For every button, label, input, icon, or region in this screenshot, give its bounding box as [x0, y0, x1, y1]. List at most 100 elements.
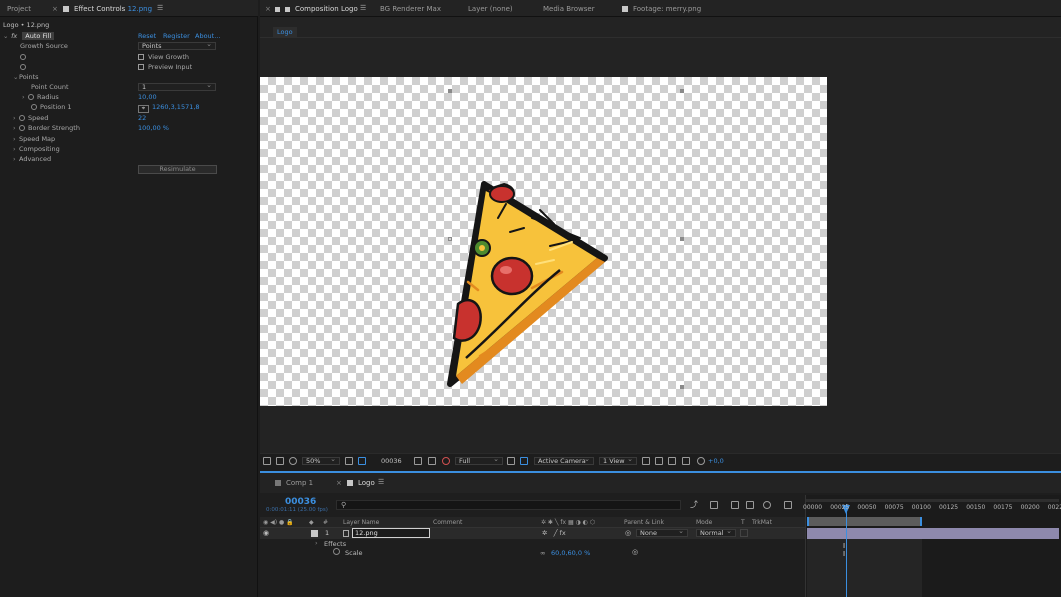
blend-mode-select[interactable]: Normal [696, 528, 736, 537]
3d-view-icon[interactable] [520, 457, 528, 465]
stopwatch-icon[interactable] [28, 94, 34, 100]
transform-handle[interactable] [680, 385, 684, 389]
camera-view-select[interactable]: Active Camera [534, 456, 594, 465]
layer-switches-icon[interactable]: ✲ ╱ fx [542, 529, 566, 537]
parent-link-header[interactable]: Parent & Link [624, 518, 664, 528]
chevron-right-icon[interactable]: › [315, 539, 318, 547]
panel-menu-icon[interactable]: ☰ [360, 4, 366, 12]
zoom-select[interactable]: 50% [302, 456, 340, 465]
crosshair-icon[interactable]: ⌖ [138, 105, 149, 113]
camera-icon[interactable] [414, 457, 422, 465]
position-1-value[interactable]: 1260,3,1571,8 [152, 103, 200, 111]
register-link[interactable]: Register [163, 31, 190, 41]
tab-logo[interactable]: Logo [347, 479, 375, 487]
comp-flowchart-icon[interactable]: ⤴ [690, 501, 698, 509]
snapshot-icon[interactable] [263, 457, 271, 465]
effects-group[interactable]: Effects [324, 540, 346, 548]
effect-name[interactable]: Auto Fill [22, 32, 55, 40]
fit-icon[interactable] [345, 457, 353, 465]
layer-name-field[interactable]: 12.png [352, 528, 430, 538]
compositing-group[interactable]: › Compositing [13, 144, 60, 154]
layer-search-input[interactable]: ⚲ [336, 500, 681, 510]
tab-project[interactable]: Project [7, 5, 31, 13]
toggle-pixel-aspect-icon[interactable] [642, 457, 650, 465]
tab-layer[interactable]: Layer (none) [468, 5, 513, 13]
tab-composition-logo[interactable]: Composition Logo [275, 5, 358, 13]
fx-icon[interactable]: fx [11, 32, 17, 40]
preserve-transparency-checkbox[interactable] [740, 529, 748, 537]
eye-icon[interactable]: ◉ [263, 529, 269, 537]
preview-input-checkbox[interactable]: Preview Input [138, 62, 192, 72]
color-channels-icon[interactable] [442, 457, 450, 465]
close-icon[interactable]: × [336, 479, 342, 487]
flowchart-icon[interactable] [682, 457, 690, 465]
label-color-swatch[interactable] [311, 530, 318, 537]
tab-bg-renderer[interactable]: BG Renderer Max [380, 5, 441, 13]
trkmat-header[interactable]: TrkMat [752, 518, 772, 528]
chevron-down-icon[interactable]: ⌄ [3, 31, 9, 41]
stopwatch-icon[interactable] [333, 548, 340, 555]
speed-value[interactable]: 22 [138, 113, 146, 123]
playhead[interactable] [846, 504, 848, 597]
transform-handle[interactable] [680, 237, 684, 241]
motion-blur-icon[interactable] [763, 501, 771, 509]
resolution-select[interactable]: Full [455, 456, 503, 465]
lock-icon[interactable] [275, 7, 280, 12]
draft-3d-icon[interactable] [710, 501, 718, 509]
pick-whip-icon[interactable]: ◎ [625, 529, 631, 537]
points-group[interactable]: ⌄Points [13, 72, 39, 82]
scale-value[interactable]: 60,0,60,0 % [551, 549, 590, 557]
panel-menu-icon[interactable]: ☰ [157, 4, 163, 12]
region-of-interest-icon[interactable] [358, 457, 366, 465]
frame-blending-icon[interactable] [746, 501, 754, 509]
speed-map-group[interactable]: › Speed Map [13, 134, 55, 144]
monitor-icon[interactable] [276, 457, 284, 465]
stopwatch-icon[interactable] [31, 104, 37, 110]
keyframe-marker[interactable]: I [843, 550, 845, 558]
stopwatch-icon[interactable] [19, 125, 25, 131]
view-growth-checkbox[interactable]: View Growth [138, 52, 189, 62]
close-icon[interactable]: × [52, 5, 58, 13]
parent-select[interactable]: None [636, 528, 688, 537]
viewer-timecode[interactable]: 00036 [381, 457, 402, 465]
show-snapshot-icon[interactable] [428, 457, 436, 465]
growth-source-select[interactable]: Points [138, 41, 216, 50]
exposure-value[interactable]: +0,0 [708, 457, 724, 465]
lock-icon[interactable] [63, 6, 69, 12]
expression-pick-whip-icon[interactable]: ◎ [632, 548, 638, 556]
views-layout-select[interactable]: 1 View [599, 456, 637, 465]
stopwatch-icon[interactable] [19, 115, 25, 121]
stopwatch-icon[interactable] [20, 62, 29, 72]
mode-header[interactable]: Mode [696, 518, 712, 528]
border-strength-value[interactable]: 100,00 % [138, 123, 169, 133]
close-icon[interactable]: × [265, 5, 271, 13]
tab-footage[interactable]: Footage: merry.png [622, 5, 701, 13]
tab-media-browser[interactable]: Media Browser [543, 5, 595, 13]
transform-handle[interactable] [448, 89, 452, 93]
time-navigator[interactable] [806, 499, 1059, 502]
shy-layers-icon[interactable] [731, 501, 739, 509]
transparency-grid-icon[interactable] [507, 457, 515, 465]
subtab-logo[interactable]: Logo [273, 27, 297, 37]
radius-value[interactable]: 10,00 [138, 92, 157, 102]
constrain-proportions-icon[interactable]: ∞ [540, 549, 545, 557]
point-count-select[interactable]: 1 [138, 82, 216, 91]
layer-name-header[interactable]: Layer Name [343, 518, 379, 528]
comment-header[interactable]: Comment [433, 518, 462, 528]
resimulate-button[interactable]: Resimulate [138, 165, 217, 174]
reset-link[interactable]: Reset [138, 31, 156, 41]
advanced-group[interactable]: › Advanced [13, 154, 51, 164]
transform-handle[interactable] [680, 89, 684, 93]
t-header[interactable]: T [741, 518, 745, 528]
mask-icon[interactable] [289, 457, 297, 465]
label-icon[interactable]: ◆ [309, 518, 314, 528]
av-switches-icon[interactable]: ◉ ◀) ● 🔒 [263, 518, 294, 528]
pizza-slice-image[interactable] [440, 178, 612, 390]
keyframe-marker[interactable]: I [843, 542, 845, 550]
exposure-icon[interactable] [697, 457, 705, 465]
stopwatch-icon[interactable] [20, 52, 29, 62]
graph-editor-icon[interactable] [784, 501, 792, 509]
tab-comp-1[interactable]: Comp 1 [275, 479, 313, 487]
fast-previews-icon[interactable] [655, 457, 663, 465]
tab-effect-controls[interactable]: Effect Controls 12.png [63, 5, 152, 13]
